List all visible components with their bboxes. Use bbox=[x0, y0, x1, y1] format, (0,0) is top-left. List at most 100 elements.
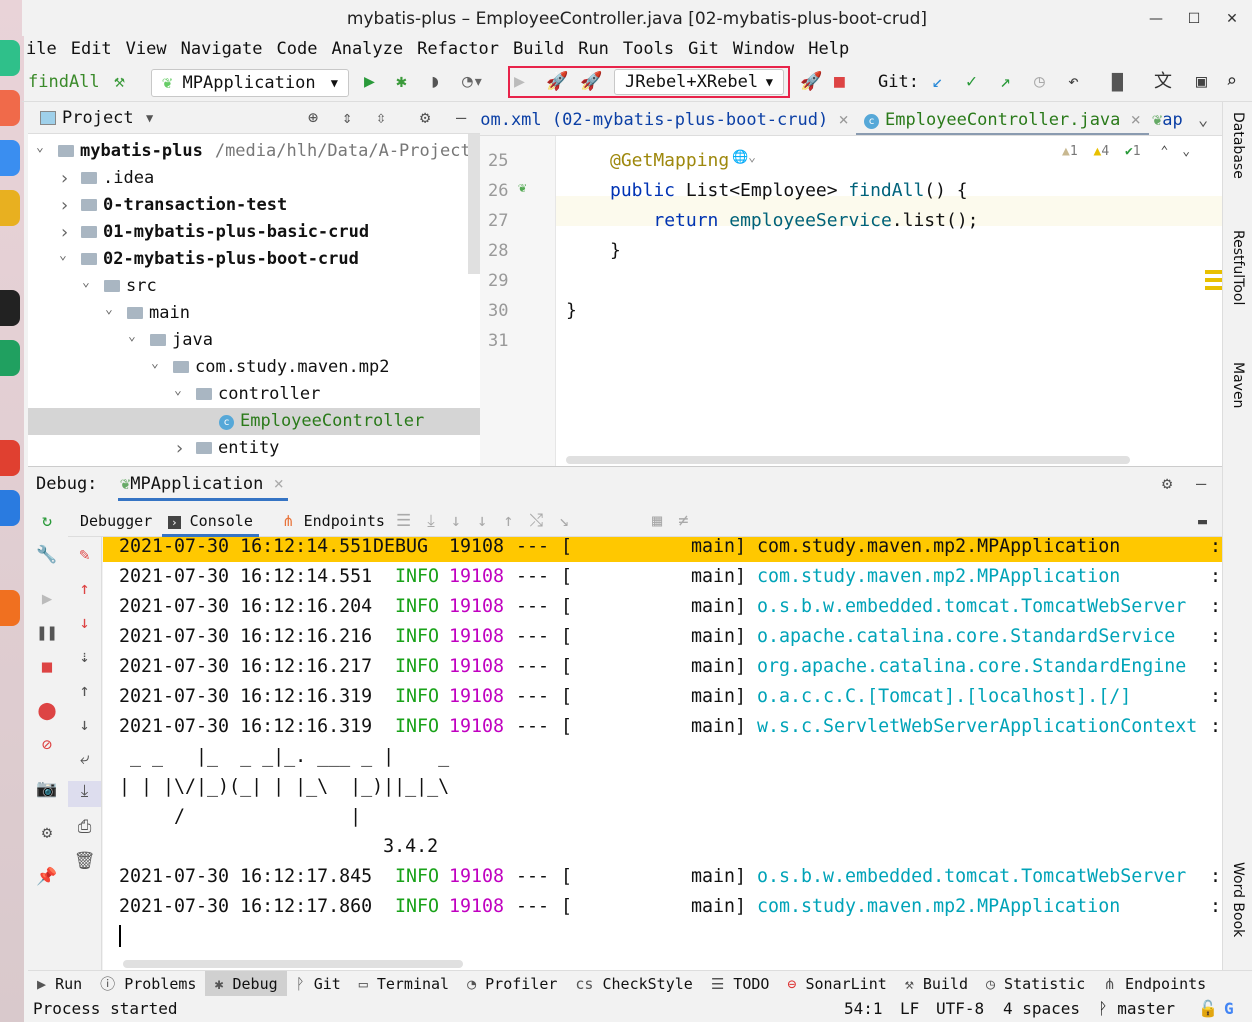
menu-run[interactable]: Run bbox=[578, 36, 609, 62]
run-config-select[interactable]: ❦ MPApplication ▼ bbox=[151, 69, 349, 97]
menu-analyze[interactable]: Analyze bbox=[331, 36, 403, 62]
dock-app-icon[interactable] bbox=[0, 90, 20, 126]
up-icon[interactable]: ↑ bbox=[68, 681, 101, 701]
tree-scrollbar[interactable] bbox=[468, 134, 480, 274]
translate-icon[interactable]: 文 bbox=[1154, 70, 1172, 94]
code-line[interactable]: return employeeService.list(); bbox=[610, 206, 978, 236]
view-breakpoints-icon[interactable]: ⬤ bbox=[28, 701, 66, 721]
tool-todo[interactable]: ☰ TODO bbox=[702, 971, 779, 996]
tab-endpoints[interactable]: ⋔ Endpoints bbox=[282, 505, 385, 537]
hide-icon[interactable]: — bbox=[1196, 467, 1206, 501]
sidebar-database[interactable]: Database bbox=[1230, 112, 1246, 179]
profiler-icon[interactable]: ◔▾ bbox=[462, 70, 484, 94]
chevron-down-icon[interactable]: ⌄ bbox=[59, 242, 73, 269]
coverage-icon[interactable]: ◗ bbox=[430, 70, 441, 94]
menu-ile[interactable]: ile bbox=[26, 36, 57, 62]
chevron-right-icon[interactable]: › bbox=[59, 165, 73, 192]
tool-profiler[interactable]: ◔ Profiler bbox=[458, 971, 566, 996]
pin-icon[interactable]: 📌 bbox=[28, 867, 66, 887]
tree-item[interactable]: › entity bbox=[28, 435, 468, 462]
modify-config-icon[interactable]: 🔧 bbox=[28, 545, 66, 565]
sidebar-word-book[interactable]: Word Book bbox=[1230, 862, 1246, 937]
lock-icon[interactable]: 🔓 bbox=[1198, 996, 1218, 1022]
layout-icon[interactable]: ▬ bbox=[1198, 505, 1207, 537]
maximize-button[interactable]: ☐ bbox=[1174, 0, 1214, 38]
file-encoding[interactable]: UTF-8 bbox=[936, 996, 984, 1022]
code-line[interactable]: } bbox=[566, 296, 577, 326]
project-view-select[interactable]: Project bbox=[62, 102, 134, 134]
tree-item[interactable]: ⌄ mybatis-plus/media/hlh/Data/A-Project-u bbox=[28, 138, 480, 165]
code-line[interactable]: @GetMapping bbox=[610, 146, 729, 176]
web-endpoint-icon[interactable]: 🌐⌄ bbox=[732, 150, 756, 165]
mute-breakpoints-icon[interactable]: ⊘ bbox=[28, 735, 66, 755]
tree-item[interactable]: ⌄ controller bbox=[28, 381, 468, 408]
git-history-icon[interactable]: ◷ bbox=[1034, 70, 1045, 94]
console-output[interactable]: 2021-07-30 16:12:14.551 DEBUG 19108 --- [mai… bbox=[103, 537, 1222, 970]
close-tab-icon[interactable]: × bbox=[1131, 110, 1141, 130]
close-button[interactable]: ✕ bbox=[1212, 0, 1252, 38]
down-arrow-icon[interactable]: ↓ bbox=[68, 613, 101, 633]
menu-edit[interactable]: Edit bbox=[71, 36, 112, 62]
code-line[interactable]: public List<Employee> findAll() { bbox=[610, 176, 968, 206]
sidebar-restfultool[interactable]: RestfulTool bbox=[1230, 230, 1246, 305]
locate-icon[interactable]: ⊕ bbox=[308, 102, 318, 134]
pause-icon[interactable]: ❚❚ bbox=[28, 623, 66, 643]
menu-help[interactable]: Help bbox=[808, 36, 849, 62]
chevron-down-icon[interactable]: ⌄ bbox=[151, 350, 165, 377]
tree-item[interactable]: c EmployeeController bbox=[28, 408, 480, 435]
expand-all-icon[interactable]: ⇕ bbox=[342, 102, 352, 134]
chevron-right-icon[interactable]: › bbox=[174, 435, 188, 462]
tree-item[interactable]: › 0-transaction-test bbox=[28, 192, 468, 219]
search-icon[interactable]: ⌕ bbox=[1226, 70, 1237, 94]
inspection-widget[interactable]: ▲1 ▲4 ✔1 ⌃ ⌄ bbox=[1062, 144, 1190, 159]
tree-item[interactable]: ⌄ src bbox=[28, 273, 468, 300]
tabs-overflow-chevron-icon[interactable]: ⌄ bbox=[1198, 102, 1208, 135]
hide-icon[interactable]: — bbox=[456, 102, 466, 134]
chevron-down-icon[interactable]: ⌄ bbox=[82, 269, 96, 296]
dock-app-icon[interactable] bbox=[0, 290, 20, 326]
tree-item[interactable]: ⌄ com.study.maven.mp2 bbox=[28, 354, 468, 381]
jrebel-debug-icon[interactable]: 🚀 bbox=[580, 70, 602, 94]
scroll-to-end-icon[interactable]: ⤓ bbox=[68, 781, 101, 807]
rollback-icon[interactable]: ↶ bbox=[1068, 70, 1079, 94]
camera-icon[interactable]: 📷 bbox=[28, 779, 66, 799]
dock-app-icon[interactable] bbox=[0, 40, 20, 76]
tree-item[interactable]: › 01-mybatis-plus-basic-crud bbox=[28, 219, 468, 246]
console-horizontal-scrollbar[interactable] bbox=[123, 960, 463, 968]
chevron-right-icon[interactable]: › bbox=[59, 192, 73, 219]
clear-pen-icon[interactable]: ✎ bbox=[68, 545, 101, 565]
tool-checkstyle[interactable]: cs CheckStyle bbox=[566, 971, 701, 996]
git-push-icon[interactable]: ↗ bbox=[1000, 70, 1011, 94]
chevron-down-icon[interactable]: ⌄ bbox=[128, 323, 142, 350]
warning-stripe-markers[interactable] bbox=[1205, 270, 1222, 274]
gear-icon[interactable]: ⚙ bbox=[1162, 467, 1172, 501]
menu-refactor[interactable]: Refactor bbox=[417, 36, 499, 62]
tab-employee-controller[interactable]: c EmployeeController.java × bbox=[856, 102, 1149, 135]
tool-build[interactable]: ⚒ Build bbox=[896, 971, 977, 996]
sort-icon[interactable]: ⇣ bbox=[68, 647, 101, 667]
tool-problems[interactable]: ⓘ Problems bbox=[91, 971, 205, 996]
chevron-down-icon[interactable]: ▼ bbox=[146, 102, 153, 134]
spring-bean-gutter-icon[interactable]: ❦ bbox=[518, 180, 526, 196]
jrebel-update-icon[interactable]: 🚀 bbox=[800, 70, 822, 94]
debug-bug-icon[interactable]: ✱ bbox=[396, 70, 407, 94]
git-update-icon[interactable]: ↙ bbox=[932, 70, 943, 94]
minimize-button[interactable]: — bbox=[1136, 0, 1176, 38]
dock-app-icon[interactable] bbox=[0, 190, 20, 226]
stop-icon[interactable]: ■ bbox=[28, 657, 66, 677]
dock-app-icon[interactable] bbox=[0, 590, 20, 626]
google-icon[interactable]: G bbox=[1224, 996, 1234, 1022]
dock-app-icon[interactable] bbox=[0, 440, 20, 476]
build-hammer-icon[interactable]: ⚒ bbox=[114, 70, 125, 94]
menu-git[interactable]: Git bbox=[688, 36, 719, 62]
chevron-down-icon[interactable]: ⌄ bbox=[174, 377, 188, 404]
rerun-icon[interactable]: ↻ bbox=[28, 511, 66, 531]
stepping-actions[interactable]: ☰⤓↓↓↑⤭↘ bbox=[396, 505, 585, 537]
up-arrow-icon[interactable]: ↑ bbox=[68, 579, 101, 599]
dock-app-icon[interactable] bbox=[0, 340, 20, 376]
menu-tools[interactable]: Tools bbox=[623, 36, 674, 62]
project-structure-icon[interactable]: ▇ bbox=[1112, 70, 1123, 94]
tool-git[interactable]: ᚹ Git bbox=[287, 971, 350, 996]
collapse-all-icon[interactable]: ⇳ bbox=[376, 102, 386, 134]
chevron-down-icon[interactable]: ⌄ bbox=[105, 296, 119, 323]
